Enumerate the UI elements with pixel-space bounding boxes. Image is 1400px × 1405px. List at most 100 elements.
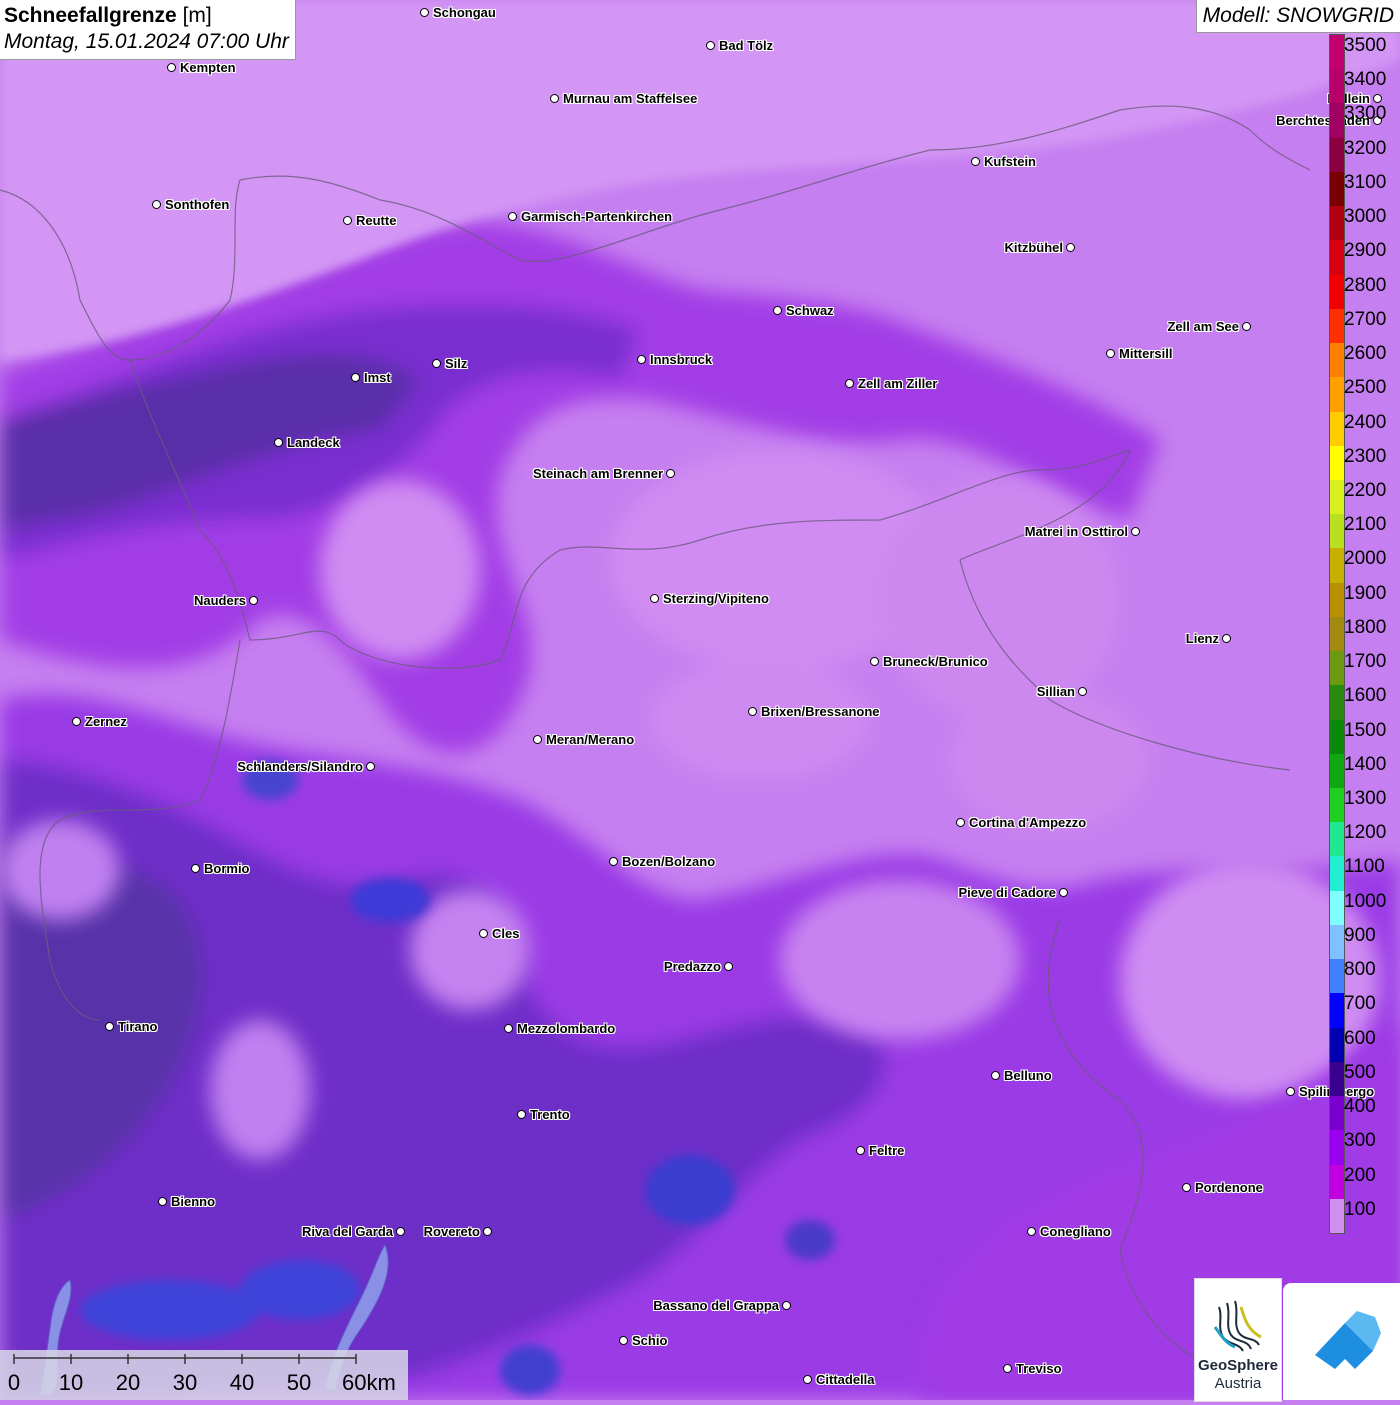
city-label: Sonthofen	[165, 197, 230, 212]
city-dot	[343, 216, 352, 225]
city-dot	[1078, 687, 1087, 696]
legend-value: 2300	[1344, 445, 1387, 467]
city-label: Mezzolombardo	[517, 1021, 616, 1036]
legend-swatch	[1330, 171, 1344, 207]
city-dot	[1066, 243, 1075, 252]
city-dot	[533, 735, 542, 744]
city-label: Schio	[632, 1333, 668, 1348]
title-box: Schneefallgrenze [m] Montag, 15.01.2024 …	[0, 0, 296, 60]
city-label: Mittersill	[1119, 346, 1173, 361]
city-dot	[609, 857, 618, 866]
legend-value: 1900	[1344, 582, 1387, 604]
legend-value: 1300	[1344, 788, 1387, 810]
legend-value: 1200	[1344, 822, 1387, 844]
legend-value: 100	[1344, 1198, 1376, 1220]
city-dot	[420, 8, 429, 17]
legend-value: 400	[1344, 1096, 1376, 1118]
city-label: Riva del Garda	[301, 1224, 393, 1239]
city-dot	[432, 359, 441, 368]
legend-swatch	[1330, 514, 1344, 549]
city-dot	[351, 373, 360, 382]
city-label: Innsbruck	[650, 352, 713, 367]
legend-value: 3100	[1344, 171, 1387, 193]
legend-value: 2600	[1344, 343, 1387, 365]
city-dot	[856, 1146, 865, 1155]
scale-tick-label: 10	[58, 1370, 84, 1395]
legend-value: 300	[1344, 1130, 1376, 1152]
city-label: Schlanders/Silandro	[237, 759, 363, 774]
legend-value: 2200	[1344, 479, 1387, 501]
legend-swatch	[1330, 137, 1344, 173]
city-label: Bormio	[204, 861, 250, 876]
city-dot	[479, 929, 488, 938]
legend-swatch	[1330, 274, 1344, 310]
city-label: Bad Tölz	[719, 38, 774, 53]
legend-swatch	[1330, 719, 1344, 755]
city-label: Cortina d'Ampezzo	[969, 815, 1087, 830]
legend-value: 600	[1344, 1027, 1376, 1049]
city-label: Brixen/Bressanone	[761, 704, 880, 719]
legend-value: 900	[1344, 924, 1376, 946]
city-label: Rovereto	[423, 1224, 480, 1239]
legend-swatch	[1330, 651, 1344, 686]
app-logo	[1283, 1283, 1400, 1400]
legend-value: 3000	[1344, 206, 1387, 228]
city-dot	[1027, 1227, 1036, 1236]
city-dot	[508, 212, 517, 221]
city-dot	[637, 355, 646, 364]
legend-swatch	[1330, 1164, 1344, 1200]
legend-value: 3200	[1344, 137, 1387, 159]
city-label: Predazzo	[663, 959, 721, 974]
legend-value: 500	[1344, 1061, 1376, 1083]
legend-value: 1700	[1344, 651, 1387, 673]
city-dot	[396, 1227, 405, 1236]
city-label: Pieve di Cadore	[958, 885, 1056, 900]
legend-value: 2400	[1344, 411, 1387, 433]
legend-value: 1400	[1344, 753, 1387, 775]
city-label: Sterzing/Vipiteno	[663, 591, 769, 606]
scale-tick-label: 0	[7, 1370, 21, 1395]
city-label: Zell am See	[1167, 319, 1239, 334]
city-label: Kufstein	[984, 154, 1036, 169]
city-label: Bozen/Bolzano	[622, 854, 716, 869]
legend-value: 3300	[1344, 103, 1387, 125]
scale-tick-label: 60km	[342, 1370, 396, 1395]
city-dot	[724, 962, 733, 971]
city-dot	[167, 63, 176, 72]
legend-value: 2800	[1344, 274, 1387, 296]
city-dot	[782, 1301, 791, 1310]
city-label: Meran/Merano	[546, 732, 635, 747]
city-label: Landeck	[287, 435, 340, 450]
city-label: Cles	[492, 926, 520, 941]
scale-tick-label: 30	[172, 1370, 198, 1395]
city-label: Bassano del Grappa	[653, 1298, 779, 1313]
city-dot	[152, 200, 161, 209]
geosphere-country: Austria	[1214, 1375, 1262, 1392]
color-legend	[1329, 34, 1345, 1234]
legend-swatch	[1330, 1096, 1344, 1131]
city-dot	[619, 1336, 628, 1345]
legend-value: 3400	[1344, 69, 1387, 91]
legend-swatch	[1330, 788, 1344, 823]
city-dot	[1222, 634, 1231, 643]
city-dot	[991, 1071, 1000, 1080]
city-dot	[1059, 888, 1068, 897]
city-dot	[971, 157, 980, 166]
legend-swatch	[1330, 1027, 1344, 1063]
scale-tick-label: 20	[115, 1370, 141, 1395]
legend-swatch	[1330, 35, 1344, 70]
legend-swatch	[1330, 377, 1344, 412]
legend-value: 1100	[1344, 856, 1385, 878]
legend-swatch	[1330, 685, 1344, 721]
legend-swatch	[1330, 993, 1344, 1029]
city-label: Feltre	[869, 1143, 905, 1158]
city-label: Pordenone	[1195, 1180, 1263, 1195]
legend-value: 800	[1344, 959, 1376, 981]
legend-swatch	[1330, 308, 1344, 344]
legend-value: 1500	[1344, 719, 1387, 741]
scale-tick-label: 40	[229, 1370, 255, 1395]
city-dot	[773, 306, 782, 315]
legend-swatch	[1330, 103, 1344, 139]
legend-swatch	[1330, 548, 1344, 584]
legend-swatch	[1330, 959, 1344, 994]
